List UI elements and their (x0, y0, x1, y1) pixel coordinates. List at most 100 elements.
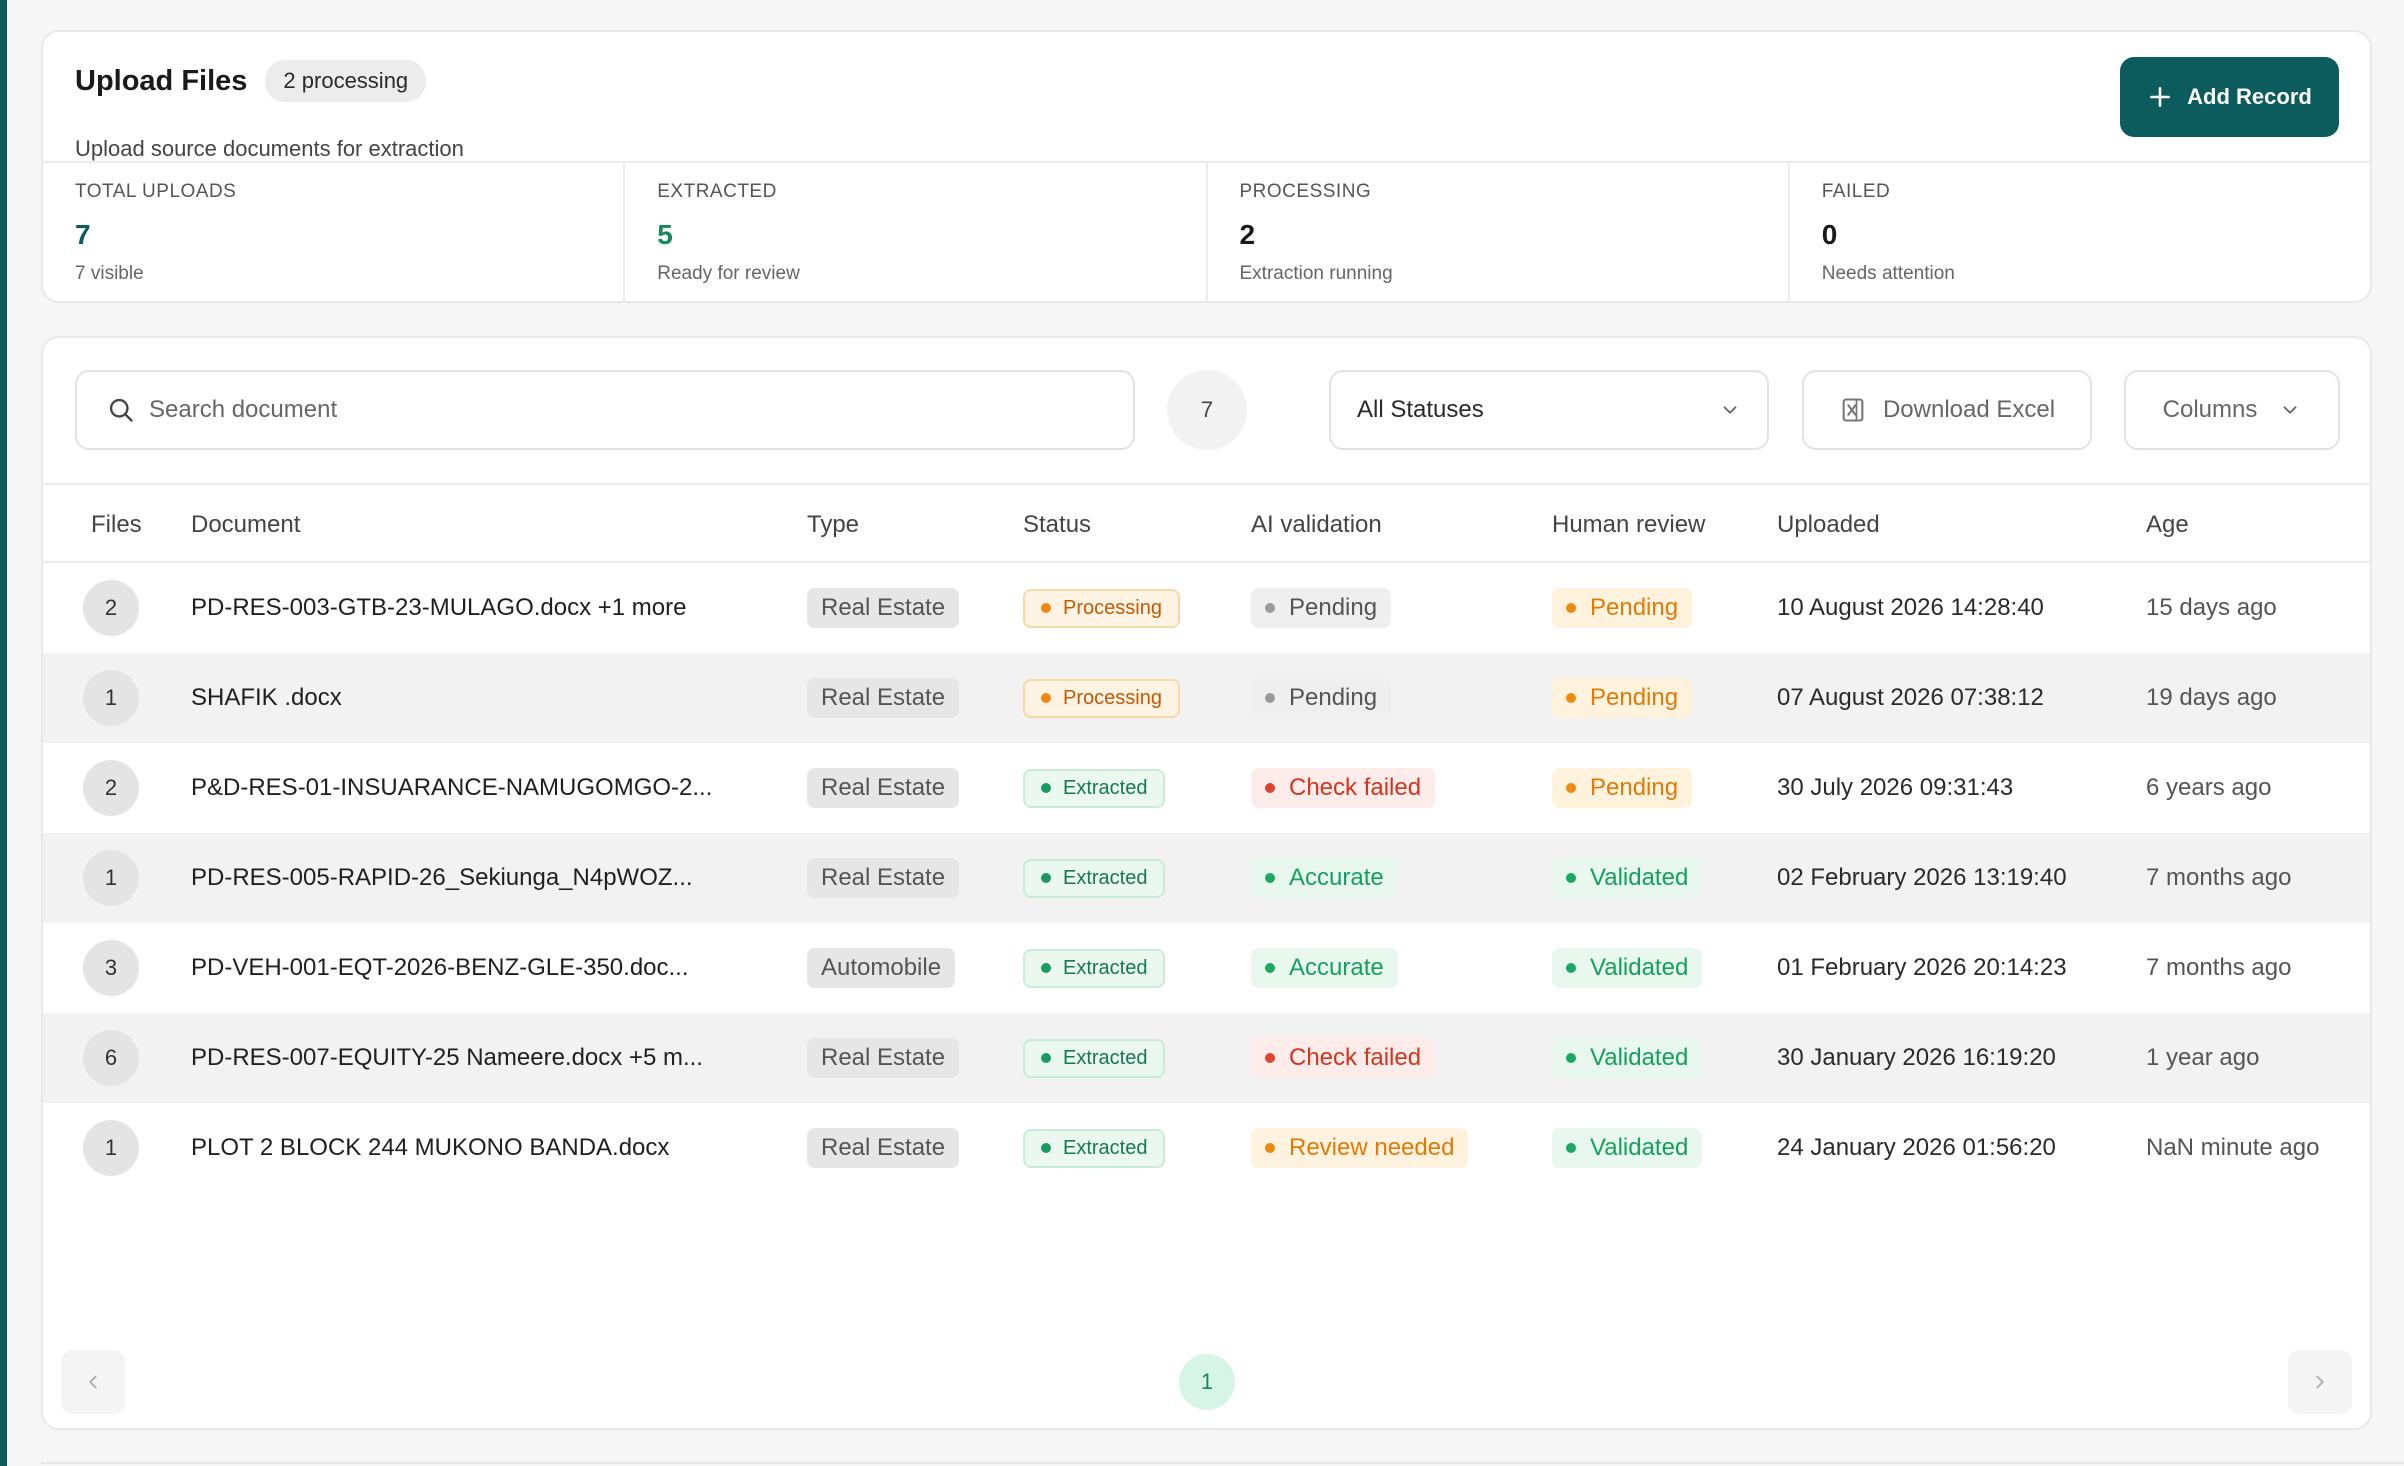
table-row[interactable]: 3 PD-VEH-001-EQT-2026-BENZ-GLE-350.doc...… (43, 923, 2370, 1013)
ai-validation-badge: Check failed (1251, 1038, 1436, 1078)
file-count: 6 (83, 1030, 139, 1086)
human-review-label: Validated (1590, 1134, 1689, 1161)
ai-validation-label: Pending (1289, 594, 1378, 621)
human-status-dot-icon (1566, 693, 1576, 703)
table-row[interactable]: 2 P&D-RES-01-INSUARANCE-NAMUGOMGO-2... Rea… (43, 743, 2370, 833)
left-accent-bar (0, 0, 7, 1466)
stats-row: TOTAL UPLOADS 7 7 visible EXTRACTED 5 Re… (43, 161, 2370, 303)
table-row[interactable]: 2 PD-RES-003-GTB-23-MULAGO.docx +1 more Re… (43, 563, 2370, 653)
stat-value: 5 (657, 219, 673, 250)
ai-validation-badge: Review needed (1251, 1128, 1469, 1168)
type-badge: Real Estate (807, 768, 960, 808)
status-cell: Extracted (1023, 1103, 1166, 1193)
download-excel-button[interactable]: Download Excel (1802, 370, 2092, 450)
page-number-button[interactable]: 1 (1179, 1354, 1235, 1410)
type-badge: Automobile (807, 948, 956, 988)
type-cell: Real Estate (807, 563, 960, 653)
human-review-cell: Pending (1552, 653, 1693, 743)
file-count: 2 (83, 760, 139, 816)
stat-sub: Needs attention (1821, 263, 1955, 284)
human-review-label: Pending (1590, 774, 1679, 801)
status-badge: Processing (1023, 678, 1180, 718)
status-filter-select[interactable]: All Statuses (1329, 370, 1769, 450)
human-review-label: Validated (1590, 1044, 1689, 1071)
human-status-dot-icon (1566, 1143, 1576, 1153)
column-header-age[interactable]: Age (2146, 511, 2189, 539)
stat-extracted: EXTRACTED 5 Ready for review (625, 163, 1208, 303)
table-row[interactable]: 1 PD-RES-005-RAPID-26_Sekiunga_N4pWOZ... R… (43, 833, 2370, 923)
document-name[interactable]: PLOT 2 BLOCK 244 MUKONO BANDA.docx (191, 1103, 669, 1193)
human-review-label: Validated (1590, 864, 1689, 891)
next-page-button[interactable] (2288, 1350, 2352, 1414)
age-value: NaN minute ago (2146, 1134, 2320, 1161)
ai-validation-badge: Accurate (1251, 858, 1398, 898)
human-review-cell: Validated (1552, 1103, 1703, 1193)
human-review-badge: Validated (1552, 1128, 1703, 1168)
column-header-ai-validation[interactable]: AI validation (1251, 511, 1382, 539)
type-badge: Real Estate (807, 1038, 960, 1078)
human-status-dot-icon (1566, 603, 1576, 613)
files-cell: 2 (83, 563, 139, 653)
status-label: Extracted (1063, 956, 1148, 979)
document-name[interactable]: PD-VEH-001-EQT-2026-BENZ-GLE-350.doc... (191, 923, 689, 1013)
search-box[interactable] (75, 370, 1135, 450)
age-value: 1 year ago (2146, 1044, 2260, 1071)
uploaded-date: 01 February 2026 20:14:23 (1777, 954, 2067, 981)
column-header-human-review[interactable]: Human review (1552, 511, 1705, 539)
download-excel-label: Download Excel (1882, 396, 2056, 423)
status-badge: Extracted (1023, 1128, 1166, 1168)
files-cell: 1 (83, 833, 139, 923)
ai-validation-cell: Pending (1251, 563, 1392, 653)
stat-label: TOTAL UPLOADS (75, 181, 237, 202)
title-row: Upload Files 2 processing (75, 60, 427, 102)
document-name[interactable]: P&D-RES-01-INSUARANCE-NAMUGOMGO-2... (191, 743, 712, 833)
add-record-label: Add Record (2187, 84, 2312, 109)
search-input[interactable] (149, 396, 1049, 424)
document-name[interactable]: PD-RES-003-GTB-23-MULAGO.docx +1 more (191, 563, 686, 653)
document-name[interactable]: PD-RES-007-EQUITY-25 Nameere.docx +5 m..… (191, 1013, 703, 1103)
file-count: 1 (83, 670, 139, 726)
age-value: 7 months ago (2146, 864, 2292, 891)
ai-validation-label: Accurate (1289, 954, 1384, 981)
result-count: 7 (1167, 370, 1247, 450)
status-label: Extracted (1063, 1136, 1148, 1159)
status-badge: Processing (1023, 588, 1180, 628)
human-status-dot-icon (1566, 1053, 1576, 1063)
chevron-down-icon (1723, 406, 1737, 414)
status-dot-icon (1041, 1143, 1051, 1153)
type-badge: Real Estate (807, 1128, 960, 1168)
uploaded-date: 10 August 2026 14:28:40 (1777, 594, 2044, 621)
table-row[interactable]: 1 SHAFIK .docx Real Estate Processing Pendin… (43, 653, 2370, 743)
documents-table-card: 7 All Statuses Download Excel Columns Fi… (41, 336, 2372, 1430)
files-cell: 2 (83, 743, 139, 833)
column-header-files[interactable]: Files (91, 511, 142, 539)
type-badge: Real Estate (807, 588, 960, 628)
ai-validation-badge: Pending (1251, 678, 1392, 718)
table-row[interactable]: 6 PD-RES-007-EQUITY-25 Nameere.docx +5 m.… (43, 1013, 2370, 1103)
document-name[interactable]: PD-RES-005-RAPID-26_Sekiunga_N4pWOZ... (191, 833, 693, 923)
status-cell: Extracted (1023, 743, 1166, 833)
status-cell: Extracted (1023, 923, 1166, 1013)
status-filter-value: All Statuses (1357, 396, 1484, 423)
type-cell: Real Estate (807, 833, 960, 923)
table-body: 2 PD-RES-003-GTB-23-MULAGO.docx +1 more Re… (43, 563, 2370, 1193)
age-value: 19 days ago (2146, 684, 2277, 711)
status-badge: Extracted (1023, 768, 1166, 808)
human-review-cell: Validated (1552, 923, 1703, 1013)
document-name[interactable]: SHAFIK .docx (191, 653, 342, 743)
table-row[interactable]: 1 PLOT 2 BLOCK 244 MUKONO BANDA.docx Real … (43, 1103, 2370, 1193)
column-header-document[interactable]: Document (191, 511, 300, 539)
column-header-type[interactable]: Type (807, 511, 859, 539)
stat-failed: FAILED 0 Needs attention (1790, 163, 2370, 303)
status-dot-icon (1041, 963, 1051, 973)
column-header-status[interactable]: Status (1023, 511, 1091, 539)
uploaded-date: 02 February 2026 13:19:40 (1777, 864, 2067, 891)
ai-validation-label: Review needed (1289, 1134, 1455, 1161)
column-header-uploaded[interactable]: Uploaded (1777, 511, 1880, 539)
add-record-button[interactable]: Add Record (2120, 57, 2339, 137)
type-cell: Real Estate (807, 1013, 960, 1103)
previous-page-button[interactable] (61, 1350, 125, 1414)
columns-button[interactable]: Columns (2124, 370, 2340, 450)
human-review-badge: Pending (1552, 588, 1693, 628)
files-cell: 1 (83, 653, 139, 743)
